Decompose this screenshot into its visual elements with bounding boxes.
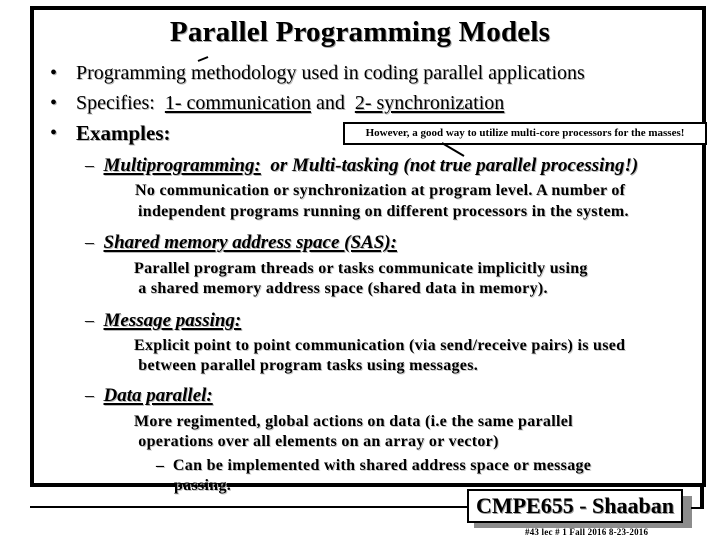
sub-text: Can be implemented with shared address s… — [172, 457, 592, 474]
example-message-passing-heading: – Message passing: — [85, 310, 241, 332]
dash-marker: – — [85, 232, 94, 252]
multiprogramming-line-2: independent programs running on differen… — [138, 203, 629, 220]
specifies-label: Specifies: — [76, 92, 165, 114]
slide-meta: #43 lec # 1 Fall 2016 8-23-2016 — [525, 527, 649, 537]
and-text: and — [310, 92, 355, 114]
bullet-marker: • — [50, 62, 58, 84]
sas-line-1: Parallel program threads or tasks commun… — [134, 260, 588, 277]
examples-label: Examples: — [76, 121, 171, 145]
bullet-2-marker: • — [50, 92, 58, 114]
multiprogramming-term: Multiprogramming: — [103, 155, 261, 176]
sas-line-2: a shared memory address space (shared da… — [134, 280, 548, 297]
bullet-1-text: Programming methodology used in coding p… — [76, 62, 585, 84]
course-badge: CMPE655 - Shaaban — [467, 489, 683, 523]
bullet-3-marker: • — [50, 122, 58, 144]
multitasking-note: or Multi-tasking (not true parallel proc… — [260, 155, 639, 176]
communication-term: 1- communication — [164, 92, 311, 114]
dash-marker: – — [85, 155, 94, 175]
dash-marker: – — [85, 310, 94, 330]
data-parallel-sub-line-1: – Can be implemented with shared address… — [156, 455, 591, 476]
multiprogramming-line-1: No communication or synchronization at p… — [135, 182, 626, 199]
message-passing-line-1: Explicit point to point communication (v… — [134, 337, 626, 354]
sas-term: Shared memory address space (SAS): — [103, 232, 397, 253]
dash-marker: – — [85, 385, 94, 405]
callout-box: However, a good way to utilize multi-cor… — [343, 122, 707, 145]
footer-rule-left — [30, 506, 470, 508]
example-data-parallel-heading: – Data parallel: — [85, 385, 213, 407]
footer-connector — [700, 483, 704, 509]
data-parallel-line-1: More regimented, global actions on data … — [134, 413, 573, 430]
bullet-2-text: Specifies: 1- communication and 2- synch… — [76, 92, 504, 115]
slide-title: Parallel Programming Models — [169, 16, 551, 48]
data-parallel-term: Data parallel: — [103, 385, 213, 406]
message-passing-term: Message passing: — [103, 310, 242, 331]
example-multiprogramming-heading: – Multiprogramming: or Multi-tasking (no… — [85, 155, 638, 177]
example-sas-heading: – Shared memory address space (SAS): — [85, 232, 397, 254]
data-parallel-line-2: operations over all elements on an array… — [134, 433, 499, 450]
synchronization-term: 2- synchronization — [354, 92, 505, 114]
bullet-1: • — [50, 62, 57, 85]
sub-dash-marker: – — [156, 457, 165, 474]
message-passing-line-2: between parallel program tasks using mes… — [134, 357, 479, 374]
data-parallel-sub-line-2: passing. — [174, 477, 232, 494]
